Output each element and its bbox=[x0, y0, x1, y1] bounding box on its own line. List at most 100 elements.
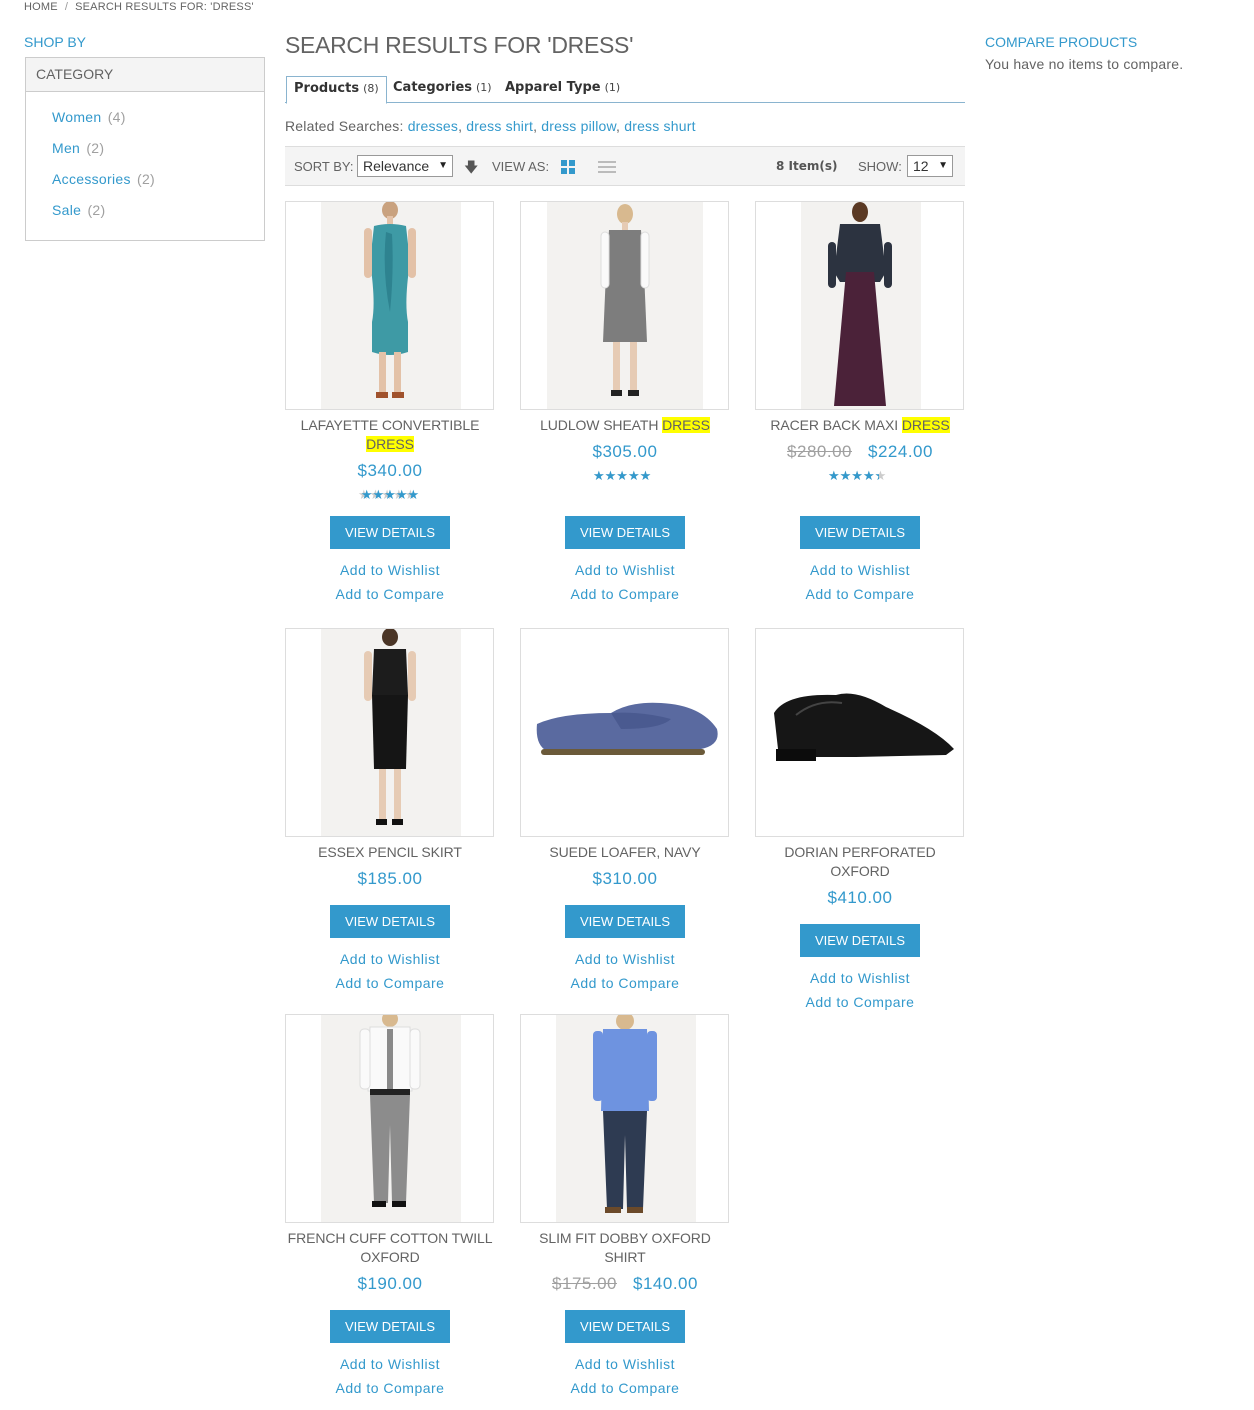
product-image[interactable] bbox=[755, 628, 964, 837]
product-name[interactable]: ESSEX PENCIL SKIRT bbox=[285, 843, 495, 862]
product-image[interactable] bbox=[285, 628, 494, 837]
view-details-button[interactable]: VIEW DETAILS bbox=[800, 516, 920, 549]
product-price: $310.00 bbox=[520, 869, 730, 889]
product-image[interactable] bbox=[285, 201, 494, 410]
product-image[interactable] bbox=[520, 201, 729, 410]
add-to-compare-link[interactable]: Add to Compare bbox=[336, 586, 445, 602]
product-name[interactable]: DORIAN PERFORATED OXFORD bbox=[755, 843, 965, 881]
add-to-wishlist-link[interactable]: Add to Wishlist bbox=[340, 951, 440, 967]
product-name[interactable]: LUDLOW SHEATH DRESS bbox=[520, 416, 730, 435]
product-name[interactable]: LAFAYETTE CONVERTIBLE DRESS bbox=[285, 416, 495, 454]
add-to-wishlist-link[interactable]: Add to Wishlist bbox=[575, 951, 675, 967]
teal-dress-image bbox=[321, 202, 461, 409]
product-card: FRENCH CUFF COTTON TWILL OXFORD $190.00 … bbox=[285, 1014, 495, 1400]
product-price: $175.00 $140.00 bbox=[520, 1274, 730, 1294]
category-item-men[interactable]: Men (2) bbox=[52, 137, 264, 168]
tab-apparel-type[interactable]: Apparel Type (1) bbox=[498, 76, 627, 103]
navy-loafer-image bbox=[536, 702, 718, 755]
price-value: $224.00 bbox=[868, 442, 933, 461]
grid-view-icon[interactable] bbox=[561, 160, 575, 174]
add-to-compare-link[interactable]: Add to Compare bbox=[806, 994, 915, 1010]
view-details-button[interactable]: VIEW DETAILS bbox=[330, 905, 450, 938]
add-to-compare-link[interactable]: Add to Compare bbox=[571, 1380, 680, 1396]
rating-fill: ★★★★★ bbox=[828, 469, 879, 482]
show-limit-select[interactable]: 12 ▼ bbox=[907, 155, 953, 177]
product-name[interactable]: FRENCH CUFF COTTON TWILL OXFORD bbox=[285, 1229, 495, 1267]
add-to-wishlist-link[interactable]: Add to Wishlist bbox=[810, 970, 910, 986]
product-card: SUEDE LOAFER, NAVY $310.00 VIEW DETAILS … bbox=[520, 628, 730, 995]
search-highlight: DRESS bbox=[366, 436, 414, 452]
add-to-wishlist-link[interactable]: Add to Wishlist bbox=[340, 562, 440, 578]
toolbar: SORT BY: Relevance ▼ 🡇 VIEW AS: 8 Item(s… bbox=[285, 146, 965, 186]
category-item-accessories[interactable]: Accessories (2) bbox=[52, 168, 264, 199]
category-label[interactable]: Accessories bbox=[52, 171, 131, 187]
tab-count: (8) bbox=[363, 82, 379, 95]
rating-fill: ★★★★★ bbox=[593, 469, 651, 482]
price-value: $305.00 bbox=[592, 442, 658, 461]
rating-stars: ★★★★★★★★★★ bbox=[593, 468, 652, 483]
view-details-button[interactable]: VIEW DETAILS bbox=[330, 1310, 450, 1343]
breadcrumb-home[interactable]: HOME bbox=[24, 1, 58, 13]
show-limit-value: 12 bbox=[913, 158, 929, 174]
category-header[interactable]: CATEGORY bbox=[26, 58, 264, 92]
sort-by-label: SORT BY: bbox=[294, 159, 354, 174]
view-details-button[interactable]: VIEW DETAILS bbox=[565, 905, 685, 938]
price-value: $310.00 bbox=[592, 869, 658, 888]
view-as-label: VIEW AS: bbox=[492, 159, 550, 174]
add-to-wishlist-link[interactable]: Add to Wishlist bbox=[575, 562, 675, 578]
category-item-sale[interactable]: Sale (2) bbox=[52, 199, 264, 230]
view-details-button[interactable]: VIEW DETAILS bbox=[330, 516, 450, 549]
plum-maxi-dress-image bbox=[801, 202, 921, 409]
add-to-compare-link[interactable]: Add to Compare bbox=[571, 586, 680, 602]
tab-products[interactable]: Products (8) bbox=[286, 76, 387, 104]
breadcrumb: HOME / SEARCH RESULTS FOR: 'DRESS' bbox=[24, 1, 254, 13]
related-searches: Related Searches: dresses, dress shirt, … bbox=[285, 118, 696, 134]
category-label[interactable]: Sale bbox=[52, 202, 81, 218]
category-label[interactable]: Men bbox=[52, 140, 80, 156]
add-to-compare-link[interactable]: Add to Compare bbox=[336, 1380, 445, 1396]
breadcrumb-current: SEARCH RESULTS FOR: 'DRESS' bbox=[75, 1, 254, 13]
tab-categories[interactable]: Categories (1) bbox=[386, 76, 499, 103]
add-to-compare-link[interactable]: Add to Compare bbox=[336, 975, 445, 991]
add-to-compare-link[interactable]: Add to Compare bbox=[806, 586, 915, 602]
view-details-button[interactable]: VIEW DETAILS bbox=[565, 516, 685, 549]
product-price: $340.00 bbox=[285, 461, 495, 481]
sidebar: SHOP BY CATEGORY Women (4) Men (2) Acces… bbox=[24, 33, 265, 241]
compare-block: COMPARE PRODUCTS You have no items to co… bbox=[985, 33, 1225, 73]
view-details-button[interactable]: VIEW DETAILS bbox=[800, 924, 920, 957]
item-count: 8 Item(s) bbox=[776, 159, 838, 173]
add-to-wishlist-link[interactable]: Add to Wishlist bbox=[575, 1356, 675, 1372]
add-to-compare-link[interactable]: Add to Compare bbox=[571, 975, 680, 991]
category-item-women[interactable]: Women (4) bbox=[52, 106, 264, 137]
category-label[interactable]: Women bbox=[52, 109, 101, 125]
tab-label: Apparel Type bbox=[505, 80, 601, 95]
related-search-link[interactable]: dresses bbox=[408, 118, 458, 134]
chevron-down-icon: ▼ bbox=[438, 160, 448, 171]
product-card: SLIM FIT DOBBY OXFORD SHIRT $175.00 $140.… bbox=[520, 1014, 730, 1400]
product-name[interactable]: SLIM FIT DOBBY OXFORD SHIRT bbox=[520, 1229, 730, 1267]
list-view-icon[interactable] bbox=[598, 160, 616, 174]
related-search-link[interactable]: dress pillow bbox=[541, 118, 616, 134]
related-search-link[interactable]: dress shurt bbox=[624, 118, 695, 134]
tab-count: (1) bbox=[604, 81, 621, 94]
product-name-text: ESSEX PENCIL SKIRT bbox=[318, 844, 462, 860]
product-image[interactable] bbox=[520, 1014, 729, 1223]
product-card: DORIAN PERFORATED OXFORD $410.00 VIEW DE… bbox=[755, 628, 965, 1014]
product-card: LUDLOW SHEATH DRESS $305.00 ★★★★★ ★★★★★ V… bbox=[520, 201, 730, 606]
product-image[interactable] bbox=[520, 628, 729, 837]
arrow-down-icon[interactable]: 🡇 bbox=[464, 157, 478, 181]
product-name[interactable]: SUEDE LOAFER, NAVY bbox=[520, 843, 730, 862]
sort-by-select[interactable]: Relevance ▼ bbox=[357, 155, 453, 177]
add-to-wishlist-link[interactable]: Add to Wishlist bbox=[810, 562, 910, 578]
gray-sheath-dress-image bbox=[547, 202, 703, 409]
view-details-button[interactable]: VIEW DETAILS bbox=[565, 1310, 685, 1343]
add-to-wishlist-link[interactable]: Add to Wishlist bbox=[340, 1356, 440, 1372]
product-name[interactable]: RACER BACK MAXI DRESS bbox=[755, 416, 965, 435]
related-search-link[interactable]: dress shirt bbox=[466, 118, 533, 134]
product-image[interactable] bbox=[285, 1014, 494, 1223]
product-card: LAFAYETTE CONVERTIBLE DRESS $340.00 ★★★★… bbox=[285, 201, 495, 606]
breadcrumb-separator: / bbox=[64, 1, 69, 13]
product-image[interactable] bbox=[755, 201, 964, 410]
product-name-text: RACER BACK MAXI bbox=[770, 417, 899, 433]
chevron-down-icon: ▼ bbox=[938, 160, 948, 171]
